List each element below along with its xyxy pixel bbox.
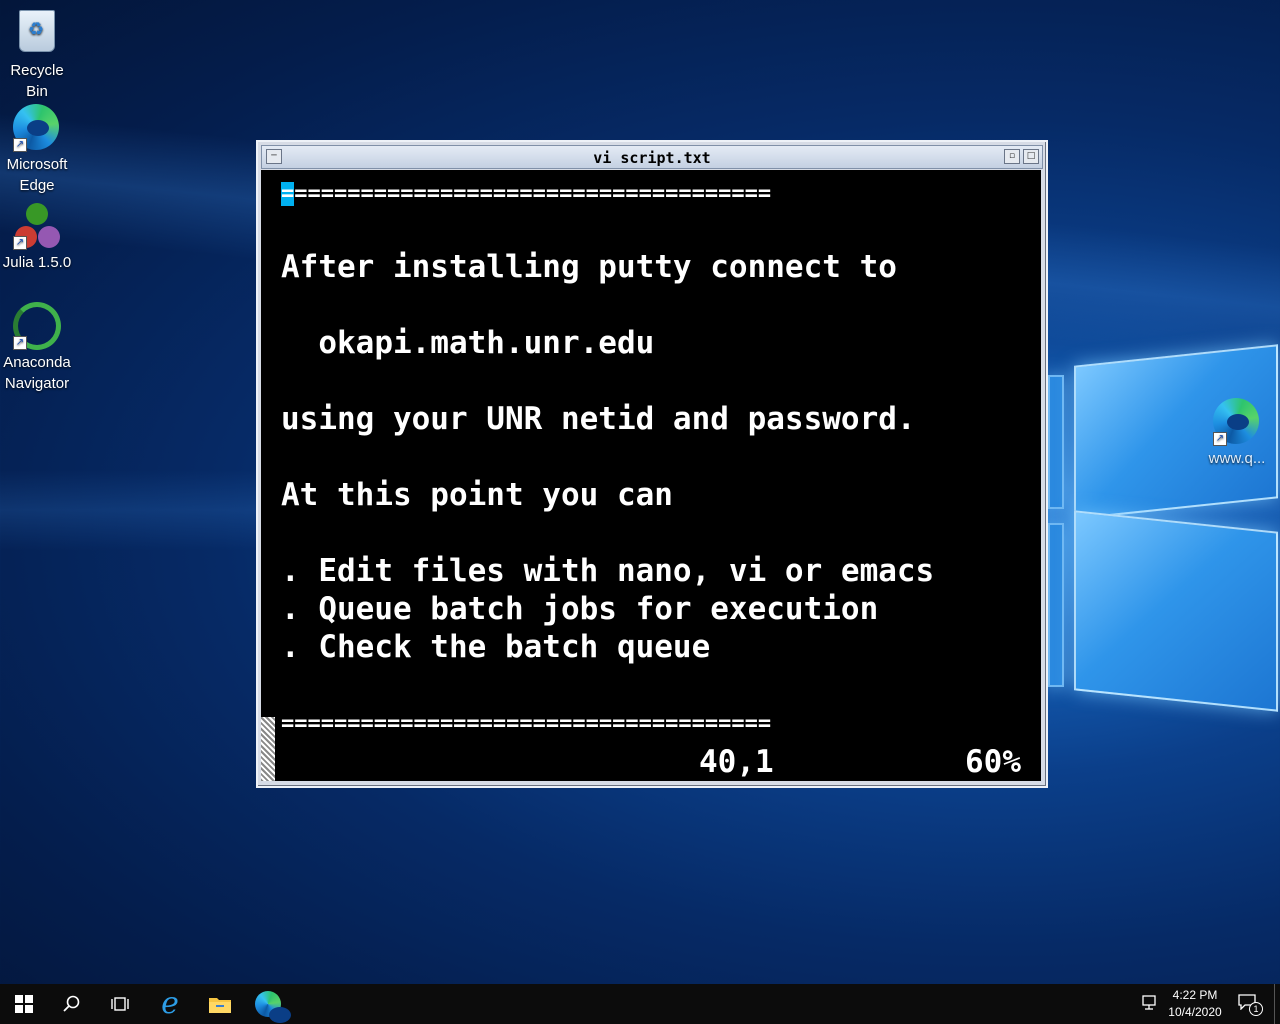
task-view-button[interactable] [96, 984, 144, 1024]
desktop-icon-label: Edge [19, 177, 55, 194]
terminal-line: . Queue batch jobs for execution [281, 591, 879, 627]
desktop-icon-label: www.q... [1208, 450, 1266, 467]
taskbar-internet-explorer[interactable]: e [146, 984, 194, 1024]
desktop-icon-web-shortcut[interactable]: ↗ www.q... [1200, 398, 1274, 469]
shortcut-arrow-icon: ↗ [1213, 432, 1227, 446]
recycle-bin-icon [13, 10, 61, 58]
maximize-button[interactable]: □ [1023, 149, 1039, 164]
taskbar-file-explorer[interactable] [196, 984, 244, 1024]
desktop-icon-julia[interactable]: ↗ Julia 1.5.0 [0, 202, 74, 273]
shortcut-arrow-icon: ↗ [13, 336, 27, 350]
shortcut-arrow-icon: ↗ [13, 236, 27, 250]
window-title-bar[interactable]: ─ vi script.txt ▫ □ [261, 145, 1043, 169]
terminal-line: . Check the batch queue [281, 629, 711, 665]
separator-rule: ==================================== [294, 181, 772, 206]
edge-icon [255, 991, 291, 1023]
shortcut-arrow-icon: ↗ [13, 138, 27, 152]
anaconda-icon: ↗ [13, 302, 61, 350]
terminal-area[interactable]: ===================================== Af… [261, 170, 1041, 781]
window-title: vi script.txt [593, 149, 711, 167]
show-desktop-button[interactable] [1274, 984, 1280, 1024]
desktop-icon-label: Recycle [10, 62, 64, 79]
julia-icon: ↗ [13, 202, 61, 250]
clock-date: 10/4/2020 [1168, 1005, 1222, 1019]
terminal-line: ===================================== [281, 182, 771, 206]
separator-rule: ===================================== [281, 711, 772, 736]
clock[interactable]: 4:22 PM 10/4/2020 [1164, 987, 1226, 1021]
edge-shortcut-icon: ↗ [1213, 398, 1261, 446]
edge-icon: ↗ [13, 104, 61, 152]
terminal-line: using your UNR netid and password. [281, 401, 916, 437]
terminal-line: At this point you can [281, 477, 673, 513]
taskbar: e 4:22 PM 10/4/2020 1 [0, 984, 1280, 1024]
taskbar-edge[interactable] [244, 984, 292, 1024]
network-icon[interactable] [1142, 995, 1160, 1016]
file-explorer-icon [209, 998, 231, 1013]
desktop-icon-recycle-bin[interactable]: Recycle Bin [0, 6, 74, 102]
terminal-line: . Edit files with nano, vi or emacs [281, 553, 935, 589]
desktop-icon-anaconda-navigator[interactable]: ↗ Anaconda Navigator [0, 300, 74, 394]
desktop-icon-microsoft-edge[interactable]: ↗ Microsoft Edge [0, 104, 74, 196]
desktop-icon-label: Bin [26, 83, 48, 100]
terminal-scrollbar[interactable] [261, 717, 275, 781]
cursor-position-status: 40,1 [699, 744, 774, 780]
file-percent-status: 60% [965, 744, 1021, 780]
minimize-button[interactable]: ▫ [1004, 149, 1020, 164]
desktop-icon-label: Microsoft [6, 156, 68, 173]
clock-time: 4:22 PM [1172, 988, 1218, 1002]
desktop-icon-label: Julia 1.5.0 [2, 254, 72, 271]
text-cursor: = [281, 181, 295, 206]
search-icon [63, 995, 80, 1012]
search-button[interactable] [48, 984, 96, 1024]
desktop-icon-label: Navigator [4, 375, 70, 392]
windows-start-icon [15, 995, 33, 1013]
desktop-icon-label: Anaconda [3, 354, 71, 371]
task-view-icon [111, 997, 129, 1011]
terminal-line: okapi.math.unr.edu [281, 325, 655, 361]
notification-count-badge: 1 [1249, 1002, 1263, 1016]
terminal-line: After installing putty connect to [281, 249, 897, 285]
start-button[interactable] [0, 984, 48, 1024]
internet-explorer-icon: e [161, 986, 179, 1021]
notification-center-button[interactable]: 1 [1238, 994, 1263, 1016]
xterm-window[interactable]: ─ vi script.txt ▫ □ ====================… [256, 140, 1048, 788]
